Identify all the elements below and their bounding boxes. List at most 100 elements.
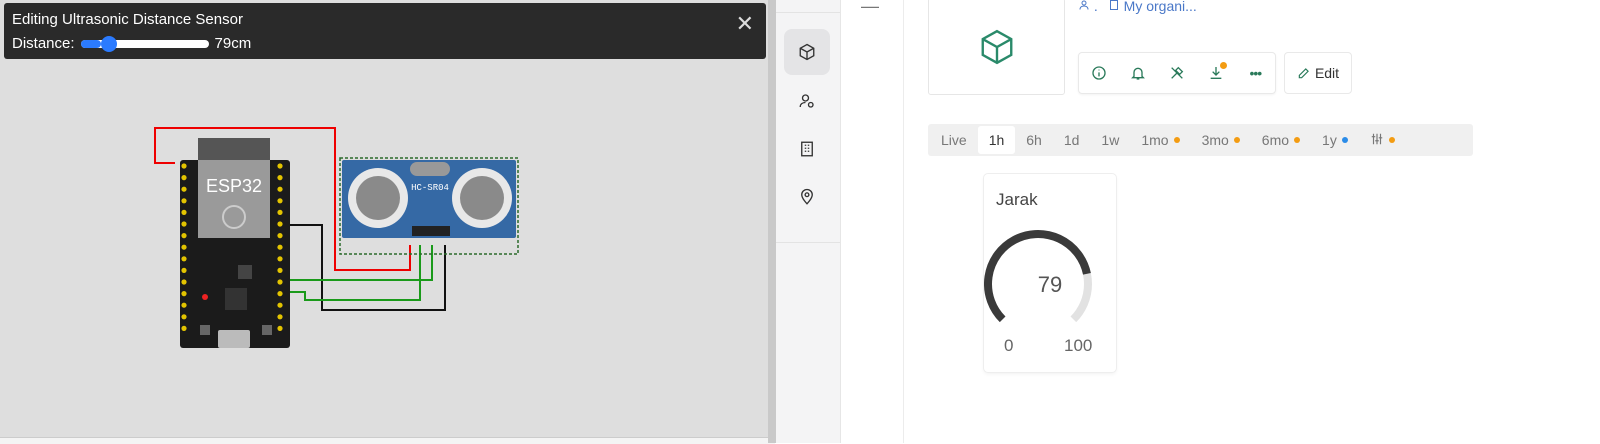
download-button[interactable] xyxy=(1205,62,1228,84)
distance-value: 79cm xyxy=(214,35,252,52)
header-pin xyxy=(181,267,187,273)
time-range-6mo[interactable]: 6mo xyxy=(1251,126,1311,154)
distance-slider[interactable] xyxy=(80,35,209,52)
gauge-widget[interactable]: Jarak 79 0 100 xyxy=(984,174,1116,372)
time-range-label: 1y xyxy=(1322,132,1337,148)
header-pin xyxy=(181,198,187,204)
header-pin xyxy=(277,244,283,250)
cube-icon xyxy=(799,43,815,61)
header-pin xyxy=(181,163,187,169)
time-range-1mo[interactable]: 1mo xyxy=(1130,126,1190,154)
more-button[interactable]: ••• xyxy=(1244,62,1266,84)
cube-icon xyxy=(981,29,1012,64)
distance-slider-fill xyxy=(80,39,101,48)
header-pin xyxy=(277,209,283,215)
organization-link[interactable]: My organi... xyxy=(1108,0,1197,14)
sensor-label: HC-SR04 xyxy=(411,183,449,193)
distance-label: Distance: xyxy=(12,35,75,52)
header-pin xyxy=(277,163,283,169)
time-range-label: 3mo xyxy=(1201,132,1229,148)
owner-text: . xyxy=(1093,0,1098,14)
building-icon xyxy=(801,141,813,157)
location-pin-icon xyxy=(801,188,813,205)
time-range-3mo[interactable]: 3mo xyxy=(1191,126,1251,154)
secondary-panel: — xyxy=(841,0,904,443)
time-range-label: 1d xyxy=(1063,132,1080,148)
organization-text: My organi... xyxy=(1123,0,1197,14)
header-pin xyxy=(181,221,187,227)
edit-button[interactable]: Edit xyxy=(1284,52,1352,94)
time-range-label: 6mo xyxy=(1261,132,1290,148)
rail-devices-button[interactable] xyxy=(784,29,830,75)
device-meta: . My organi... xyxy=(1078,0,1197,14)
info-icon xyxy=(1091,66,1106,80)
header-pin xyxy=(181,314,187,320)
edit-icon xyxy=(1298,68,1309,79)
bell-icon xyxy=(1130,67,1145,80)
rail-locations-button[interactable] xyxy=(784,174,830,220)
header-pin xyxy=(277,233,283,239)
time-range-label: 1mo xyxy=(1141,132,1169,148)
building-icon xyxy=(1109,0,1118,10)
header-pin xyxy=(277,279,283,285)
esp32-label: ESP32 xyxy=(206,176,262,196)
download-badge xyxy=(1220,62,1228,69)
time-range-selector: Live 1h 6h 1d 1w 1mo 3mo 6mo 1y xyxy=(928,124,1473,156)
rail-users-button[interactable] xyxy=(784,78,830,124)
esp32-board: ESP32 xyxy=(180,138,290,348)
range-status-dot xyxy=(1388,137,1395,143)
header-pin xyxy=(181,209,187,215)
gauge-max: 100 xyxy=(1064,336,1093,355)
header-pin xyxy=(277,256,283,262)
sensor-edit-title: Editing Ultrasonic Distance Sensor xyxy=(12,11,243,28)
gauge-value: 79 xyxy=(1037,272,1063,297)
time-range-1y[interactable]: 1y xyxy=(1311,126,1359,154)
user-icon xyxy=(1079,0,1089,10)
header-pin xyxy=(181,186,187,192)
close-icon[interactable]: ✕ xyxy=(736,11,754,37)
owner-link[interactable]: . xyxy=(1078,0,1098,14)
more-icon: ••• xyxy=(1249,65,1262,81)
collapse-icon[interactable]: — xyxy=(861,0,879,17)
time-range-label: Live xyxy=(941,132,967,148)
device-action-bar: ••• xyxy=(1078,52,1276,94)
edit-label: Edit xyxy=(1314,65,1340,81)
distance-slider-thumb[interactable] xyxy=(101,35,117,52)
icon-rail xyxy=(776,0,841,443)
info-button[interactable] xyxy=(1088,62,1110,84)
header-pin xyxy=(181,325,187,331)
time-range-1w[interactable]: 1w xyxy=(1090,126,1130,154)
gauge-min: 0 xyxy=(1004,336,1014,355)
sensor-edit-panel: Editing Ultrasonic Distance Sensor Dista… xyxy=(4,3,766,59)
tools-button[interactable] xyxy=(1166,62,1188,84)
time-range-label: 6h xyxy=(1026,132,1042,148)
time-range-1d[interactable]: 1d xyxy=(1053,126,1091,154)
time-range-settings[interactable] xyxy=(1359,126,1406,154)
time-range-1h[interactable]: 1h xyxy=(977,126,1016,154)
range-status-dot xyxy=(1341,137,1348,143)
header-pin xyxy=(181,233,187,239)
time-range-6h[interactable]: 6h xyxy=(1015,126,1053,154)
header-pin xyxy=(181,256,187,262)
header-pin xyxy=(277,198,283,204)
time-range-label: 1w xyxy=(1101,132,1120,148)
header-pin xyxy=(277,302,283,308)
header-pin xyxy=(181,302,187,308)
header-pin xyxy=(277,221,283,227)
circuit-canvas: ESP32 HC-SR04 xyxy=(154,127,519,348)
device-image-tile xyxy=(928,0,1065,95)
pane-divider[interactable] xyxy=(768,0,776,443)
hc-sr04-sensor: HC-SR04 xyxy=(339,157,519,255)
range-status-dot xyxy=(1233,137,1240,143)
tools-icon xyxy=(1171,66,1184,79)
rail-organizations-button[interactable] xyxy=(784,126,830,172)
header-pin xyxy=(181,279,187,285)
header-pin xyxy=(181,291,187,297)
header-pin xyxy=(277,267,283,273)
sliders-icon xyxy=(1370,132,1384,149)
time-range-Live[interactable]: Live xyxy=(930,126,978,154)
notifications-button[interactable] xyxy=(1127,62,1149,84)
header-pin xyxy=(277,325,283,331)
simulator-pane: Editing Ultrasonic Distance Sensor Dista… xyxy=(0,0,775,444)
header-pin xyxy=(277,314,283,320)
